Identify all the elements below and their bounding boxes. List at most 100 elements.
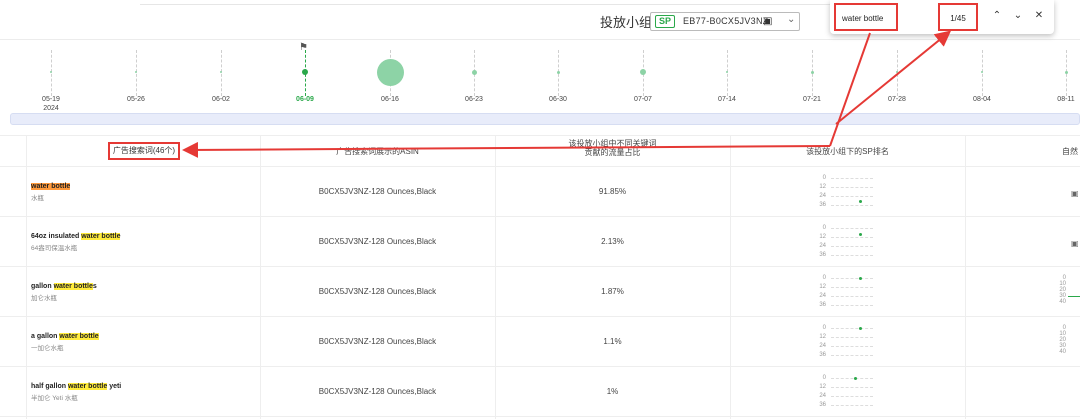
rank-gridline [831, 278, 873, 279]
natural-rank-mini-chart: 0 10 20 30 40 [1056, 325, 1080, 361]
timeline-event-dot[interactable] [640, 69, 646, 75]
timeline-event-dot[interactable] [810, 70, 814, 74]
rank-gridline [831, 355, 873, 356]
find-match-count: 1/45 [938, 3, 978, 31]
traffic-share-cell: 1.87% [601, 287, 624, 296]
rank-gridline [831, 337, 873, 338]
keyword-text: water bottle [31, 183, 71, 190]
asin-cell: B0CX5JV3NZ-128 Ounces,Black [318, 287, 437, 296]
timeline-date-label: 07-21 [803, 96, 821, 103]
rank-point[interactable] [859, 199, 862, 203]
col-header-asin: 广告搜索词展示的ASIN [336, 147, 419, 156]
rank-point[interactable] [859, 327, 862, 331]
search-highlight: water bottle [31, 183, 71, 190]
table-row: a gallon water bottle 一加仑水瓶 B0CX5JV3NZ-128… [0, 317, 1080, 367]
col-header-keyword: 广告搜索词(46个) [108, 142, 180, 160]
rank-tick-label: 0 [822, 175, 826, 181]
timeline-gridline [897, 50, 898, 96]
rank-gridline [831, 246, 873, 247]
rank-tick-label: 36 [819, 302, 826, 308]
table-row: water bottle 水瓶 B0CX5JV3NZ-128 Ounces,Blac… [0, 167, 1080, 217]
timeline-date-label: 08-11 [1057, 96, 1075, 103]
rank-tick-label: 0 [822, 375, 826, 381]
find-next-button[interactable]: ⌄ [1011, 9, 1025, 23]
col-header-rank: 该投放小组下的SP排名 [806, 147, 889, 156]
rank-mini-chart: 0 12 24 36 [810, 225, 880, 259]
timeline-event-dot[interactable] [981, 71, 983, 73]
rank-tick-label: 12 [819, 284, 826, 290]
timeline-gridline [221, 50, 222, 96]
ad-group-label: 投放小组 [600, 15, 653, 30]
rank-gridline [831, 405, 873, 406]
keyword-text: a gallon water bottle [31, 333, 99, 340]
rank-tick-label: 36 [819, 252, 826, 258]
traffic-share-cell: 2.13% [601, 237, 624, 246]
asin-cell: B0CX5JV3NZ-128 Ounces,Black [318, 187, 437, 196]
timeline-date-label: 06-09 [296, 96, 314, 103]
find-input[interactable]: water bottle [834, 3, 898, 31]
timeline-gridline [727, 50, 728, 96]
rank-tick-label: 12 [819, 184, 826, 190]
ad-group-select[interactable]: SP EB77-B0CX5JV3NZ ▣ ⌄ [650, 12, 800, 31]
keyword-translation: 水瓶 [31, 195, 44, 202]
find-bar: water bottle 1/45 ⌃ ⌄ ✕ [830, 0, 1054, 34]
natural-tick-label: 40 [1059, 299, 1066, 305]
rank-tick-label: 24 [819, 393, 826, 399]
natural-tick-label: 40 [1059, 349, 1066, 355]
find-close-button[interactable]: ✕ [1032, 9, 1046, 23]
camera-icon[interactable]: ▣ [1071, 239, 1079, 248]
traffic-share-cell: 91.85% [598, 187, 627, 196]
timeline-date-label: 06-30 [549, 96, 567, 103]
timeline-date-label: 06-16 [381, 96, 399, 103]
rank-point[interactable] [854, 377, 857, 381]
chevron-down-icon[interactable]: ⌄ [787, 14, 795, 25]
search-highlight: water bottle [59, 333, 99, 340]
rank-gridline [831, 255, 873, 256]
table-row: 64oz insulated water bottle 64盎司保温水瓶 B0CX5… [0, 217, 1080, 267]
rank-mini-chart: 0 12 24 36 [810, 275, 880, 309]
timeline-event-dot[interactable] [376, 58, 404, 86]
timeline-event-dot[interactable] [50, 71, 52, 73]
find-prev-button[interactable]: ⌃ [990, 9, 1004, 23]
rank-gridline [831, 396, 873, 397]
timeline: ⚑ 05-19 2024 05-26 06-02 06-09 06-16 06-23 06-3… [0, 40, 1080, 135]
rank-tick-label: 24 [819, 293, 826, 299]
rank-point[interactable] [859, 277, 862, 281]
keyword-text: 64oz insulated water bottle [31, 233, 121, 240]
timeline-gridline [136, 50, 137, 96]
timeline-date-label: 06-02 [212, 96, 230, 103]
rank-gridline [831, 387, 873, 388]
col-header-natural: 自然 [1062, 147, 1078, 156]
rank-gridline [831, 287, 873, 288]
rank-gridline [831, 205, 873, 206]
keyword-text: half gallon water bottle yeti [31, 383, 122, 390]
rank-tick-label: 24 [819, 343, 826, 349]
timeline-event-dot[interactable] [471, 69, 477, 75]
keyword-translation: 64盎司保温水瓶 [31, 245, 78, 252]
product-thumbnail-icon: ▣ [763, 16, 773, 27]
rank-gridline [831, 178, 873, 179]
timeline-event-dot[interactable] [556, 70, 560, 74]
timeline-scrollbar[interactable] [10, 113, 1080, 125]
rank-point[interactable] [859, 233, 862, 237]
timeline-event-dot[interactable] [220, 71, 222, 73]
rank-tick-label: 0 [822, 325, 826, 331]
timeline-date-label: 07-28 [888, 96, 906, 103]
camera-icon[interactable]: ▣ [1071, 189, 1079, 198]
timeline-event-dot[interactable] [135, 71, 137, 73]
rank-tick-label: 36 [819, 402, 826, 408]
divider [140, 4, 840, 5]
col-header-share: 该投放小组中不同关键词 贡献的流量占比 [568, 138, 657, 157]
table-row: half gallon water bottle yeti 半加仑 Yeti 水瓶… [0, 367, 1080, 417]
timeline-event-dot[interactable] [302, 69, 308, 75]
timeline-event-dot[interactable] [1064, 70, 1068, 74]
rank-gridline [831, 196, 873, 197]
asin-cell: B0CX5JV3NZ-128 Ounces,Black [318, 237, 437, 246]
timeline-gridline [51, 50, 52, 96]
timeline-event-dot[interactable] [726, 71, 728, 73]
timeline-event-dot[interactable] [896, 71, 898, 73]
rank-mini-chart: 0 12 24 36 [810, 375, 880, 409]
rank-mini-chart: 0 12 24 36 [810, 175, 880, 209]
natural-rank-mini-chart: 0 10 20 30 40 [1056, 275, 1080, 311]
keyword-text: gallon water bottles [31, 283, 97, 290]
